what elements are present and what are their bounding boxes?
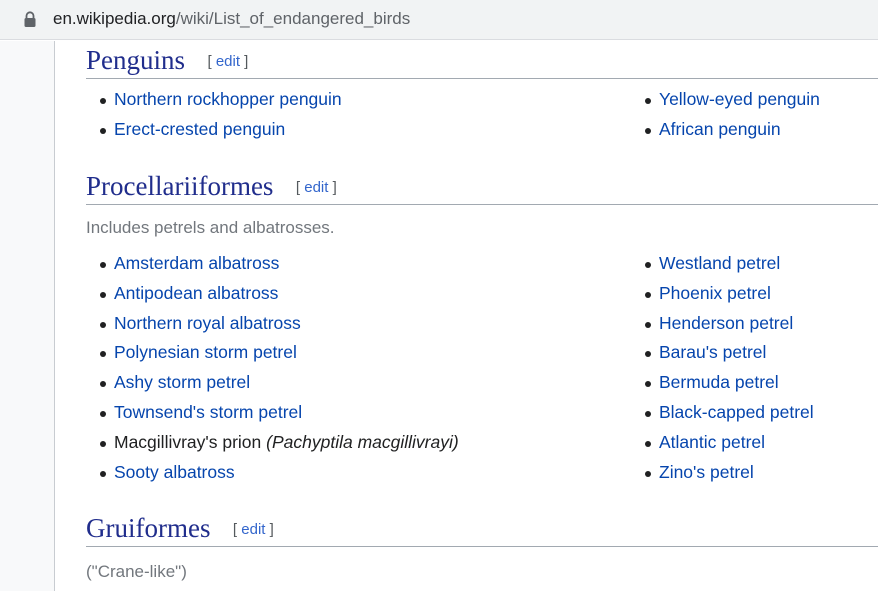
species-link[interactable]: Amsterdam albatross xyxy=(114,253,279,273)
list-item: Antipodean albatross xyxy=(86,279,459,309)
section-title: Gruiformes xyxy=(86,513,211,543)
edit-section-link-wrapper: [ edit ] xyxy=(232,521,274,538)
species-link[interactable]: Sooty albatross xyxy=(114,462,235,482)
list-item: Black-capped petrel xyxy=(631,398,814,428)
species-list-left: Northern rockhopper penguin Erect-creste… xyxy=(86,85,342,145)
section-description: Includes petrels and albatrosses. xyxy=(86,218,335,237)
list-item: Northern rockhopper penguin xyxy=(86,85,342,115)
species-list-left: Amsterdam albatross Antipodean albatross… xyxy=(86,249,459,487)
edit-section-link-wrapper: [ edit ] xyxy=(295,179,337,196)
species-link[interactable]: Polynesian storm petrel xyxy=(114,342,297,362)
section-heading-gruiformes: Gruiformes [ edit ] xyxy=(86,513,878,547)
url-host: en.wikipedia.org xyxy=(53,9,176,28)
edit-section-link[interactable]: edit xyxy=(304,179,328,196)
species-link[interactable]: Townsend's storm petrel xyxy=(114,402,302,422)
species-link[interactable]: Northern rockhopper penguin xyxy=(114,89,342,109)
list-item: Bermuda petrel xyxy=(631,368,814,398)
list-item: Phoenix petrel xyxy=(631,279,814,309)
section-title: Procellariiformes xyxy=(86,171,274,201)
section-description: ("Crane-like") xyxy=(86,562,187,581)
species-link[interactable]: African penguin xyxy=(659,119,781,139)
section-heading-procellariiformes: Procellariiformes [ edit ] xyxy=(86,171,878,205)
edit-section-link-wrapper: [ edit ] xyxy=(207,53,249,70)
list-item: African penguin xyxy=(631,115,820,145)
list-item: Amsterdam albatross xyxy=(86,249,459,279)
species-name: Macgillivray's prion xyxy=(114,431,262,452)
sidebar xyxy=(0,41,55,591)
species-link[interactable]: Henderson petrel xyxy=(659,313,793,333)
list-item: Atlantic petrel xyxy=(631,428,814,458)
species-link[interactable]: Atlantic petrel xyxy=(659,432,765,452)
section-title: Penguins xyxy=(86,45,186,75)
species-list-right: Yellow-eyed penguin African penguin xyxy=(631,85,820,145)
list-item: Zino's petrel xyxy=(631,458,814,488)
list-item: Polynesian storm petrel xyxy=(86,338,459,368)
url-text[interactable]: en.wikipedia.org/wiki/List_of_endangered… xyxy=(53,9,410,29)
address-bar[interactable]: en.wikipedia.org/wiki/List_of_endangered… xyxy=(0,0,878,40)
list-item: Henderson petrel xyxy=(631,309,814,339)
species-link[interactable]: Antipodean albatross xyxy=(114,283,278,303)
lock-icon[interactable] xyxy=(23,11,37,28)
list-item: Westland petrel xyxy=(631,249,814,279)
list-item: Sooty albatross xyxy=(86,458,459,488)
list-item: Townsend's storm petrel xyxy=(86,398,459,428)
list-item: Macgillivray's prion (Pachyptila macgill… xyxy=(86,428,459,458)
species-link[interactable]: Phoenix petrel xyxy=(659,283,771,303)
species-link[interactable]: Yellow-eyed penguin xyxy=(659,89,820,109)
list-item: Erect-crested penguin xyxy=(86,115,342,145)
list-item: Yellow-eyed penguin xyxy=(631,85,820,115)
article-content: Penguins [ edit ] Northern rockhopper pe… xyxy=(86,41,878,591)
list-item: Northern royal albatross xyxy=(86,309,459,339)
edit-section-link[interactable]: edit xyxy=(216,53,240,70)
species-link[interactable]: Bermuda petrel xyxy=(659,372,779,392)
scientific-name: (Pachyptila macgillivrayi) xyxy=(266,431,459,452)
section-heading-penguins: Penguins [ edit ] xyxy=(86,45,878,79)
species-link[interactable]: Westland petrel xyxy=(659,253,780,273)
species-link[interactable]: Erect-crested penguin xyxy=(114,119,285,139)
url-path: /wiki/List_of_endangered_birds xyxy=(175,9,411,28)
edit-section-link[interactable]: edit xyxy=(241,521,265,538)
species-link[interactable]: Barau's petrel xyxy=(659,342,766,362)
species-link[interactable]: Zino's petrel xyxy=(659,462,754,482)
list-item: Barau's petrel xyxy=(631,338,814,368)
species-link[interactable]: Northern royal albatross xyxy=(114,313,301,333)
species-link[interactable]: Black-capped petrel xyxy=(659,402,814,422)
list-item: Ashy storm petrel xyxy=(86,368,459,398)
species-link[interactable]: Ashy storm petrel xyxy=(114,372,250,392)
species-list-right: Westland petrel Phoenix petrel Henderson… xyxy=(631,249,814,487)
